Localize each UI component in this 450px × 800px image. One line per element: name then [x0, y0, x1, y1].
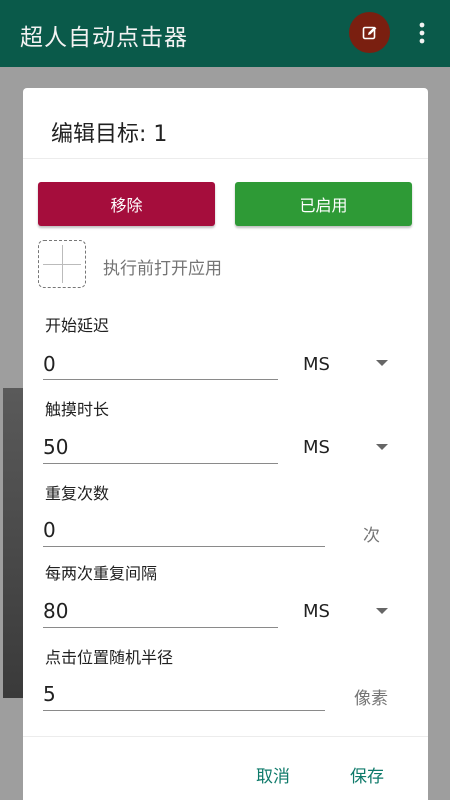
app-title: 超人自动点击器 — [20, 25, 188, 51]
edit-target-dialog: 编辑目标: 1 移除 已启用 执行前打开应用 开始延迟 0 MS 触摸时长 50… — [23, 88, 428, 800]
cancel-button[interactable]: 取消 — [256, 762, 290, 787]
repeat-count-underline — [43, 546, 325, 547]
touch-duration-underline — [43, 463, 278, 464]
enabled-toggle-button[interactable]: 已启用 — [235, 182, 412, 226]
repeat-interval-label: 每两次重复间隔 — [45, 564, 158, 583]
touch-duration-input[interactable]: 50 — [43, 435, 68, 459]
dialog-title: 编辑目标: 1 — [51, 122, 168, 147]
more-options-button[interactable] — [410, 16, 434, 50]
app-picker[interactable] — [38, 240, 86, 288]
repeat-count-label: 重复次数 — [45, 484, 110, 503]
start-delay-underline — [43, 379, 278, 380]
random-radius-label: 点击位置随机半径 — [45, 648, 174, 667]
start-delay-input[interactable]: 0 — [43, 352, 56, 376]
more-vert-icon — [419, 22, 425, 44]
edit-button[interactable] — [349, 12, 390, 53]
random-radius-unit: 像素 — [354, 689, 388, 709]
repeat-count-unit: 次 — [363, 526, 380, 546]
random-radius-input[interactable]: 5 — [43, 682, 56, 706]
background-panel — [3, 388, 25, 698]
touch-duration-label: 触摸时长 — [45, 400, 110, 419]
chevron-down-icon[interactable] — [376, 444, 388, 450]
start-delay-label: 开始延迟 — [45, 316, 110, 335]
title-divider — [23, 158, 428, 159]
repeat-count-input[interactable]: 0 — [43, 518, 56, 542]
chevron-down-icon[interactable] — [376, 360, 388, 366]
remove-button[interactable]: 移除 — [38, 182, 215, 226]
random-radius-underline — [43, 710, 325, 711]
save-button[interactable]: 保存 — [350, 762, 384, 787]
repeat-interval-underline — [43, 627, 278, 628]
start-delay-unit-select[interactable]: MS — [303, 354, 330, 375]
chevron-down-icon[interactable] — [376, 608, 388, 614]
open-app-label: 执行前打开应用 — [103, 259, 222, 279]
app-picker-crosshair-v — [62, 245, 63, 283]
app-bar: 超人自动点击器 — [0, 0, 450, 67]
footer-divider — [23, 736, 428, 737]
repeat-interval-input[interactable]: 80 — [43, 599, 68, 623]
touch-duration-unit-select[interactable]: MS — [303, 437, 330, 458]
repeat-interval-unit-select[interactable]: MS — [303, 601, 330, 622]
edit-icon — [362, 26, 376, 39]
